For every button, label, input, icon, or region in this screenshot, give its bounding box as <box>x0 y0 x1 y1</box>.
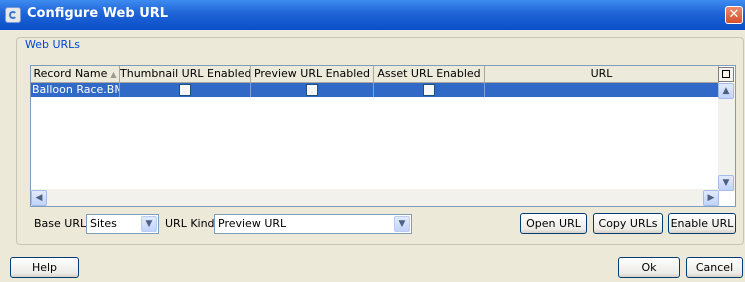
base-url-label: Base URL: <box>34 217 90 230</box>
url-kind-select[interactable]: Preview URL ▼ <box>214 214 412 234</box>
preview-enabled-cell <box>251 83 374 97</box>
asset-enabled-checkbox[interactable] <box>423 84 435 96</box>
preview-enabled-checkbox[interactable] <box>306 84 318 96</box>
column-chooser-icon[interactable] <box>718 67 734 82</box>
table-header: Record Name ▲ Thumbnail URL Enabled Previ… <box>31 66 719 83</box>
scroll-right-icon[interactable]: ▶ <box>703 190 719 206</box>
thumbnail-enabled-checkbox[interactable] <box>179 84 191 96</box>
vertical-scrollbar[interactable]: ▲ ▼ <box>718 83 735 191</box>
web-urls-table: Record Name ▲ Thumbnail URL Enabled Previ… <box>30 65 736 207</box>
sort-ascending-icon: ▲ <box>110 70 117 79</box>
ok-button[interactable]: Ok <box>618 257 680 278</box>
horizontal-scrollbar[interactable]: ◀ ▶ <box>31 189 719 206</box>
column-header-url[interactable]: URL <box>485 66 719 82</box>
url-kind-label: URL Kind: <box>165 217 219 230</box>
title-bar: Configure Web URL ✕ <box>0 0 745 30</box>
table-row[interactable]: Balloon Race.BMP <box>31 83 719 97</box>
base-url-select[interactable]: Sites ▼ <box>86 214 159 234</box>
column-header-asset[interactable]: Asset URL Enabled <box>374 66 485 82</box>
scroll-left-icon[interactable]: ◀ <box>31 190 47 206</box>
cancel-button[interactable]: Cancel <box>686 257 743 278</box>
chevron-down-icon[interactable]: ▼ <box>141 216 157 232</box>
record-name-cell: Balloon Race.BMP <box>31 83 120 97</box>
thumbnail-enabled-cell <box>120 83 251 97</box>
asset-enabled-cell <box>374 83 485 97</box>
chevron-down-icon[interactable]: ▼ <box>394 216 410 232</box>
scroll-up-icon[interactable]: ▲ <box>718 83 734 99</box>
app-icon <box>5 7 21 23</box>
column-header-record-name[interactable]: Record Name ▲ <box>31 66 120 82</box>
window-title: Configure Web URL <box>27 6 169 21</box>
url-cell <box>485 83 719 97</box>
scroll-down-icon[interactable]: ▼ <box>718 175 734 191</box>
column-header-preview[interactable]: Preview URL Enabled <box>251 66 374 82</box>
column-header-thumbnail[interactable]: Thumbnail URL Enabled <box>120 66 251 82</box>
copy-urls-button[interactable]: Copy URLs <box>593 213 663 234</box>
open-url-button[interactable]: Open URL <box>520 213 587 234</box>
help-button[interactable]: Help <box>10 257 79 278</box>
web-urls-legend: Web URLs <box>23 38 83 51</box>
enable-url-button[interactable]: Enable URL <box>668 213 736 234</box>
close-button[interactable]: ✕ <box>725 6 743 24</box>
